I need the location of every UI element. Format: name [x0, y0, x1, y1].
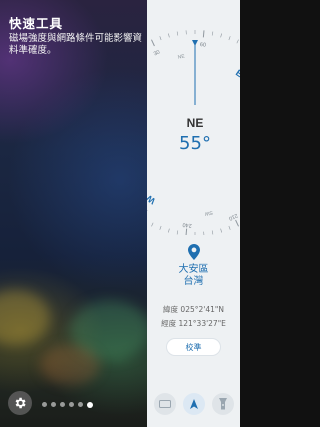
page-dot[interactable]: [51, 402, 56, 407]
dial-scale-number: 60: [200, 42, 207, 49]
dial-tick: [211, 31, 214, 36]
wallpaper-blob: [0, 290, 50, 345]
dial-scale-number: 240: [182, 221, 192, 228]
dial-tick: [168, 228, 170, 233]
dial-tick: [236, 39, 239, 44]
compass-tool-icon: [189, 399, 198, 409]
dial-tick: [220, 33, 222, 38]
wallpaper-blob: [40, 345, 100, 385]
dial-tick: [176, 31, 179, 36]
dial-tick: [159, 36, 162, 41]
dial-tick: [228, 225, 231, 230]
dial-scale-number: 210: [228, 212, 239, 221]
dial-scale-number: 30: [153, 49, 161, 57]
rectangle-tool-icon: [158, 400, 171, 408]
location-pin-icon: [187, 244, 200, 260]
direction-text: NE: [187, 116, 204, 130]
dial-tick: [235, 219, 239, 227]
page-dot[interactable]: [78, 402, 83, 407]
tool-switcher: [147, 393, 240, 415]
compass-tool-button[interactable]: [182, 393, 205, 415]
calibrate-button[interactable]: 校準: [166, 338, 221, 356]
dial-tick: [151, 39, 155, 47]
dial-tick: [228, 36, 231, 41]
gear-icon: [15, 397, 26, 409]
dial-tick: [185, 228, 188, 235]
dial-tick: [151, 222, 154, 227]
cardinal-label-e: E: [234, 68, 240, 80]
dial-tick: [220, 228, 222, 233]
flashlight-icon: [218, 398, 227, 410]
panel-title: 快速工具: [9, 16, 64, 31]
dial-tick: [202, 30, 205, 38]
compass-dial: 3003300306090120150180210240270 NESW NES…: [147, 30, 240, 235]
home-screen-background: 快速工具 磁場強度與網路條件可能影響資料準確度。: [0, 0, 147, 427]
dial-tick: [176, 230, 179, 235]
page-dot[interactable]: [60, 402, 65, 407]
cardinal-label-w: W: [147, 193, 157, 206]
intercardinal-label-sw: SW: [204, 209, 213, 216]
page-dot[interactable]: [42, 402, 47, 407]
latitude-text: 緯度 025°2'41"N: [163, 305, 224, 314]
page-indicator[interactable]: [42, 401, 93, 408]
dial-tick: [168, 33, 170, 38]
compass-panel: 3003300306090120150180210240270 NESW NES…: [147, 0, 240, 427]
location-block: 大安區 台灣: [147, 244, 240, 288]
country-name: 台灣: [183, 276, 204, 287]
page-dot-active[interactable]: [87, 401, 93, 408]
district-name: 大安區: [178, 264, 209, 275]
intercardinal-label-ne: NE: [177, 54, 186, 61]
dial-tick: [211, 230, 214, 235]
dial-tick: [159, 225, 162, 230]
page-dot[interactable]: [69, 402, 74, 407]
panel-description: 磁場強度與網路條件可能影響資料準確度。: [9, 33, 143, 56]
heading-text: 55°: [179, 133, 211, 154]
settings-button[interactable]: [8, 391, 32, 415]
longitude-text: 經度 121°33'27"E: [161, 319, 226, 328]
flashlight-tool-button[interactable]: [211, 393, 234, 415]
ruler-tool-button[interactable]: [153, 393, 176, 415]
heading-indicator-arrow: [192, 40, 198, 46]
